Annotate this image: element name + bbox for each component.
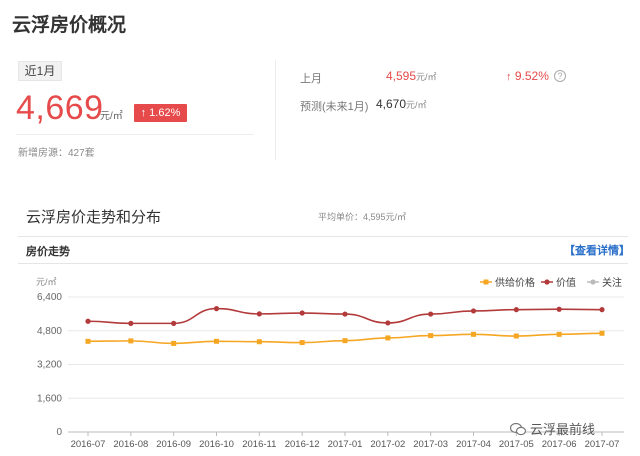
data-point: [556, 331, 562, 337]
price-trend-chart: 元/㎡ 0 1,600 3,200 4,800 6,400 2016-07 2016-08 20…: [36, 276, 624, 450]
legend-marker: [590, 279, 596, 285]
data-point: [214, 338, 219, 344]
x-tick-label: 2016-12: [285, 439, 320, 450]
data-point: [256, 339, 262, 345]
y-tick-label: 6,400: [37, 292, 62, 303]
data-point: [428, 333, 434, 339]
legend-label: 价值: [556, 276, 576, 289]
x-tick-label: 2017-01: [328, 439, 363, 450]
x-tick-label: 2016-09: [156, 439, 191, 450]
data-point: [513, 307, 519, 313]
data-point: [85, 338, 91, 344]
x-tick-label: 2017-03: [413, 439, 448, 450]
data-point: [513, 333, 519, 339]
watermark: 云浮最前线: [510, 419, 595, 438]
data-point: [85, 318, 91, 324]
y-tick-label: 1,600: [37, 393, 62, 404]
x-tick-label: 2016-07: [71, 439, 106, 450]
x-tick-label: 2016-11: [242, 439, 276, 450]
data-point: [428, 311, 434, 317]
y-tick-label: 0: [56, 427, 62, 438]
data-point: [385, 320, 391, 326]
data-point: [556, 306, 562, 312]
legend-marker: [483, 279, 489, 285]
data-point: [128, 338, 134, 344]
y-axis-label: 元/㎡: [36, 277, 57, 287]
data-point: [213, 306, 220, 312]
y-tick-label: 4,800: [37, 326, 62, 337]
data-point: [342, 338, 348, 344]
data-point: [128, 320, 134, 326]
data-point: [171, 320, 177, 326]
data-point: [256, 311, 262, 317]
data-point: [471, 331, 476, 337]
legend-label: 关注: [602, 276, 622, 289]
x-tick-label: 2017-02: [370, 439, 405, 450]
legend-marker: [544, 279, 550, 285]
legend-label: 供给价格: [495, 276, 535, 289]
x-tick-label: 2017-06: [542, 439, 577, 450]
data-point: [342, 311, 348, 317]
data-point: [299, 340, 305, 346]
data-point: [171, 340, 177, 346]
x-tick-label: 2017-04: [456, 439, 491, 450]
x-tick-label: 2017-05: [499, 439, 534, 450]
data-point: [299, 310, 305, 316]
data-point: [599, 330, 605, 336]
data-point: [385, 335, 391, 341]
x-tick-label: 2016-08: [113, 439, 148, 450]
data-point: [470, 308, 477, 314]
x-tick-label: 2016-10: [199, 439, 234, 450]
wechat-icon: [510, 422, 526, 436]
data-point: [599, 307, 605, 313]
x-tick-label: 2017-07: [585, 439, 620, 450]
y-tick-label: 3,200: [37, 360, 62, 371]
